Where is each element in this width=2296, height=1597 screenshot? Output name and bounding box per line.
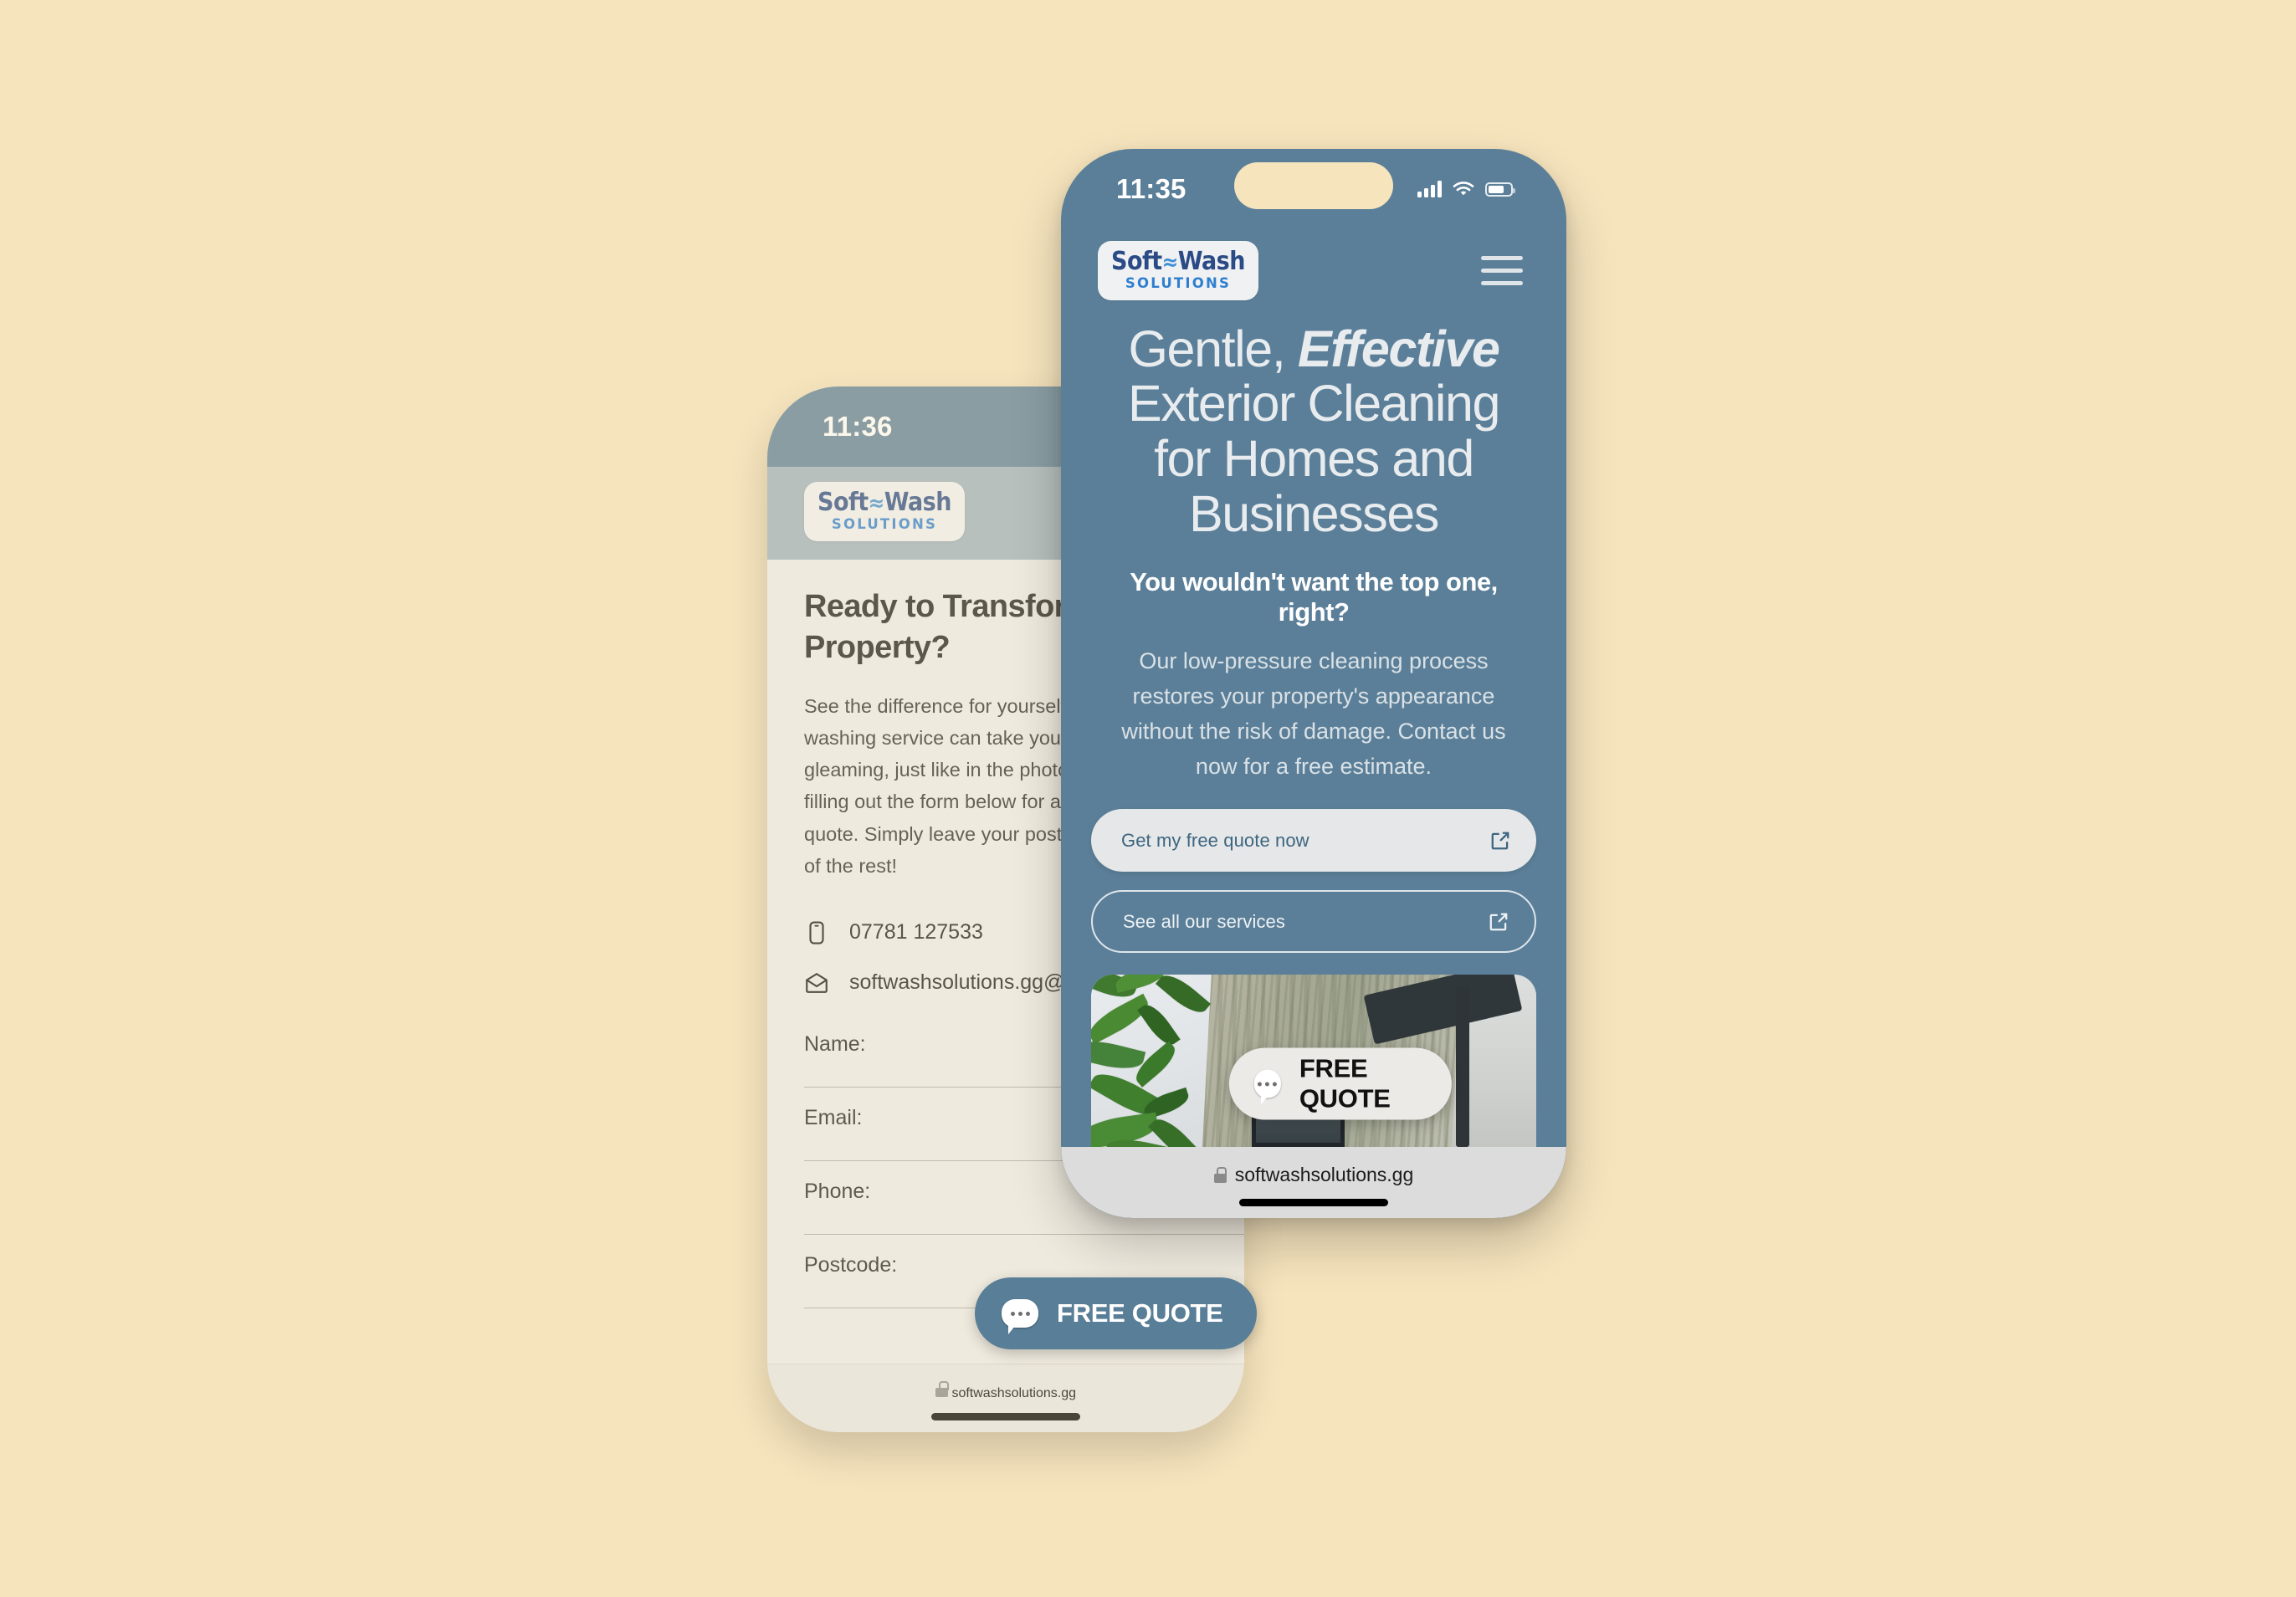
lock-icon <box>935 1381 949 1397</box>
url-display: softwashsolutions.gg <box>1213 1164 1414 1186</box>
wifi-icon <box>1453 182 1474 196</box>
mobile-phone-icon <box>809 921 824 944</box>
hamburger-bar <box>1481 268 1523 273</box>
get-free-quote-button[interactable]: Get my free quote now <box>1091 809 1536 873</box>
hero-title-part: Businesses <box>1189 485 1439 543</box>
brand-logo-subtitle: SOLUTIONS <box>1125 275 1232 291</box>
hero-cta-group: Get my free quote now See all our servic… <box>1061 784 1566 954</box>
front-phone-browser-urlbar[interactable]: softwashsolutions.gg <box>1061 1147 1566 1218</box>
external-link-icon <box>1489 913 1508 931</box>
see-all-services-label: See all our services <box>1123 910 1285 932</box>
front-phone-site-header: Soft≈Wash SOLUTIONS <box>1061 229 1566 314</box>
contact-phone-number: 07781 127533 <box>849 920 983 944</box>
front-phone-mockup: 11:35 Soft≈Wash SOLUTIONS Gentle, Effect… <box>1061 149 1566 1218</box>
hero-photo: FREE QUOTE <box>1091 975 1536 1147</box>
front-free-quote-label: FREE QUOTE <box>1299 1053 1391 1113</box>
url-text: softwashsolutions.gg <box>1234 1164 1414 1185</box>
get-free-quote-label: Get my free quote now <box>1121 829 1309 851</box>
phone-input[interactable] <box>804 1233 1244 1235</box>
hero-section: Gentle, Effective Exterior Cleaning for Ho… <box>1061 314 1566 785</box>
chat-bubble-icon <box>1253 1069 1281 1105</box>
front-phone-statusbar: 11:35 <box>1061 149 1566 229</box>
front-phone-screen: 11:35 Soft≈Wash SOLUTIONS Gentle, Effect… <box>1061 149 1566 1218</box>
hamburger-bar <box>1481 280 1523 285</box>
url-text: softwashsolutions.gg <box>951 1386 1076 1400</box>
see-all-services-button[interactable]: See all our services <box>1091 890 1536 954</box>
chat-bubble-icon <box>1002 1299 1038 1334</box>
brand-logo-wordmark: Soft≈Wash <box>817 488 951 517</box>
lock-icon <box>1213 1167 1227 1183</box>
back-phone-browser-urlbar[interactable]: softwashsolutions.gg <box>767 1364 1244 1432</box>
hero-title-part: Exterior Cleaning <box>1127 375 1501 433</box>
front-free-quote-button[interactable]: FREE QUOTE <box>1228 1047 1452 1120</box>
envelope-icon <box>806 972 828 993</box>
hero-title-emphasis: Effective <box>1297 320 1500 377</box>
heading-line-2: Property? <box>804 629 951 665</box>
hamburger-bar <box>1481 255 1523 260</box>
brand-logo-wordmark: Soft≈Wash <box>1111 247 1245 276</box>
cellular-bars-icon <box>1417 181 1442 197</box>
paragraph-line: of the rest! <box>804 854 898 877</box>
photo-downpipe <box>1456 985 1470 1147</box>
status-time: 11:36 <box>823 411 893 442</box>
home-indicator <box>931 1413 1080 1420</box>
battery-icon <box>1485 182 1515 197</box>
back-free-quote-button[interactable]: FREE QUOTE <box>975 1277 1257 1349</box>
hamburger-menu-icon[interactable] <box>1481 255 1523 285</box>
hero-body-text: Our low-pressure cleaning process restor… <box>1121 648 1506 779</box>
dynamic-island <box>1234 162 1393 209</box>
back-free-quote-label: FREE QUOTE <box>1057 1298 1223 1328</box>
hero-subtitle: You wouldn't want the top one, right? <box>1130 567 1498 627</box>
hero-title-part: Gentle, <box>1128 320 1298 377</box>
form-label-postcode: Postcode: <box>804 1252 898 1277</box>
hero-title-part: for Homes and <box>1154 430 1474 488</box>
status-time: 11:35 <box>1116 173 1186 204</box>
brand-logo[interactable]: Soft≈Wash SOLUTIONS <box>804 482 965 541</box>
home-indicator <box>1239 1199 1388 1206</box>
hero-title: Gentle, Effective Exterior Cleaning for Ho… <box>1091 320 1536 543</box>
brand-logo[interactable]: Soft≈Wash SOLUTIONS <box>1098 241 1258 300</box>
brand-logo-subtitle: SOLUTIONS <box>831 516 938 532</box>
url-display: softwashsolutions.gg <box>935 1381 1076 1400</box>
external-link-icon <box>1491 832 1509 850</box>
status-icons <box>1417 181 1515 197</box>
